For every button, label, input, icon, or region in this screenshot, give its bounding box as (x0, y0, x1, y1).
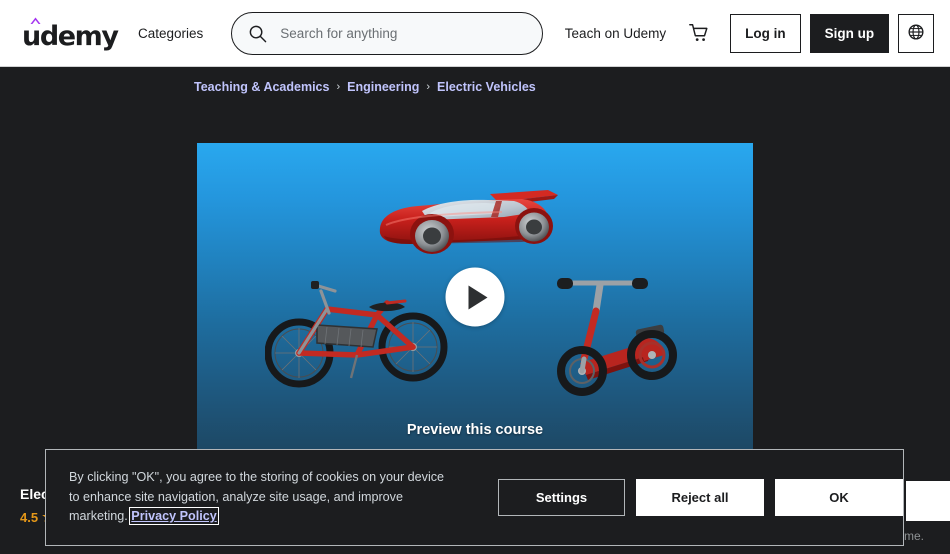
search-icon (248, 24, 267, 43)
breadcrumb: Teaching & Academics › Engineering › Ele… (194, 80, 536, 94)
logo-accent-icon (29, 16, 41, 24)
electric-bicycle-illustration (265, 281, 448, 388)
breadcrumb-item-teaching-academics[interactable]: Teaching & Academics (194, 80, 329, 94)
electric-car-illustration (379, 190, 558, 254)
nav-categories[interactable]: Categories (138, 26, 203, 41)
partial-white-button[interactable] (906, 481, 950, 521)
electric-scooter-illustration (557, 278, 677, 396)
preview-course-label: Preview this course (406, 422, 544, 438)
breadcrumb-item-engineering[interactable]: Engineering (347, 80, 419, 94)
language-selector-button[interactable] (898, 13, 934, 53)
globe-icon (907, 23, 925, 44)
signup-button[interactable]: Sign up (809, 13, 890, 53)
cookie-reject-all-button[interactable]: Reject all (636, 479, 764, 516)
rating-value: 4.5 (20, 509, 39, 525)
search-bar[interactable] (231, 11, 543, 55)
cookie-consent-banner: By clicking "OK", you agree to the stori… (45, 449, 904, 546)
cookie-banner-text: By clicking "OK", you agree to the stori… (69, 468, 452, 527)
cookie-banner-body: By clicking "OK", you agree to the stori… (69, 470, 445, 524)
site-header: udemy Categories Teach on Udemy Log in S… (0, 0, 950, 67)
udemy-logo[interactable]: udemy (22, 16, 119, 50)
breadcrumb-separator-icon: › (336, 81, 341, 93)
login-button[interactable]: Log in (730, 13, 801, 53)
breadcrumb-item-electric-vehicles[interactable]: Electric Vehicles (437, 80, 536, 94)
play-icon (468, 285, 488, 309)
search-input[interactable] (280, 25, 526, 41)
cookie-settings-button[interactable]: Settings (498, 479, 625, 516)
cookie-banner-actions: Settings Reject all OK (498, 479, 903, 516)
play-button[interactable] (445, 267, 505, 327)
teach-on-udemy-link[interactable]: Teach on Udemy (565, 26, 666, 41)
shopping-cart-icon[interactable] (688, 21, 710, 45)
logo-text: udemy (22, 21, 119, 52)
course-preview-video[interactable]: Preview this course (197, 143, 753, 453)
cookie-ok-button[interactable]: OK (775, 479, 903, 516)
breadcrumb-separator-icon: › (426, 81, 431, 93)
privacy-policy-link[interactable]: Privacy Policy (129, 507, 219, 526)
